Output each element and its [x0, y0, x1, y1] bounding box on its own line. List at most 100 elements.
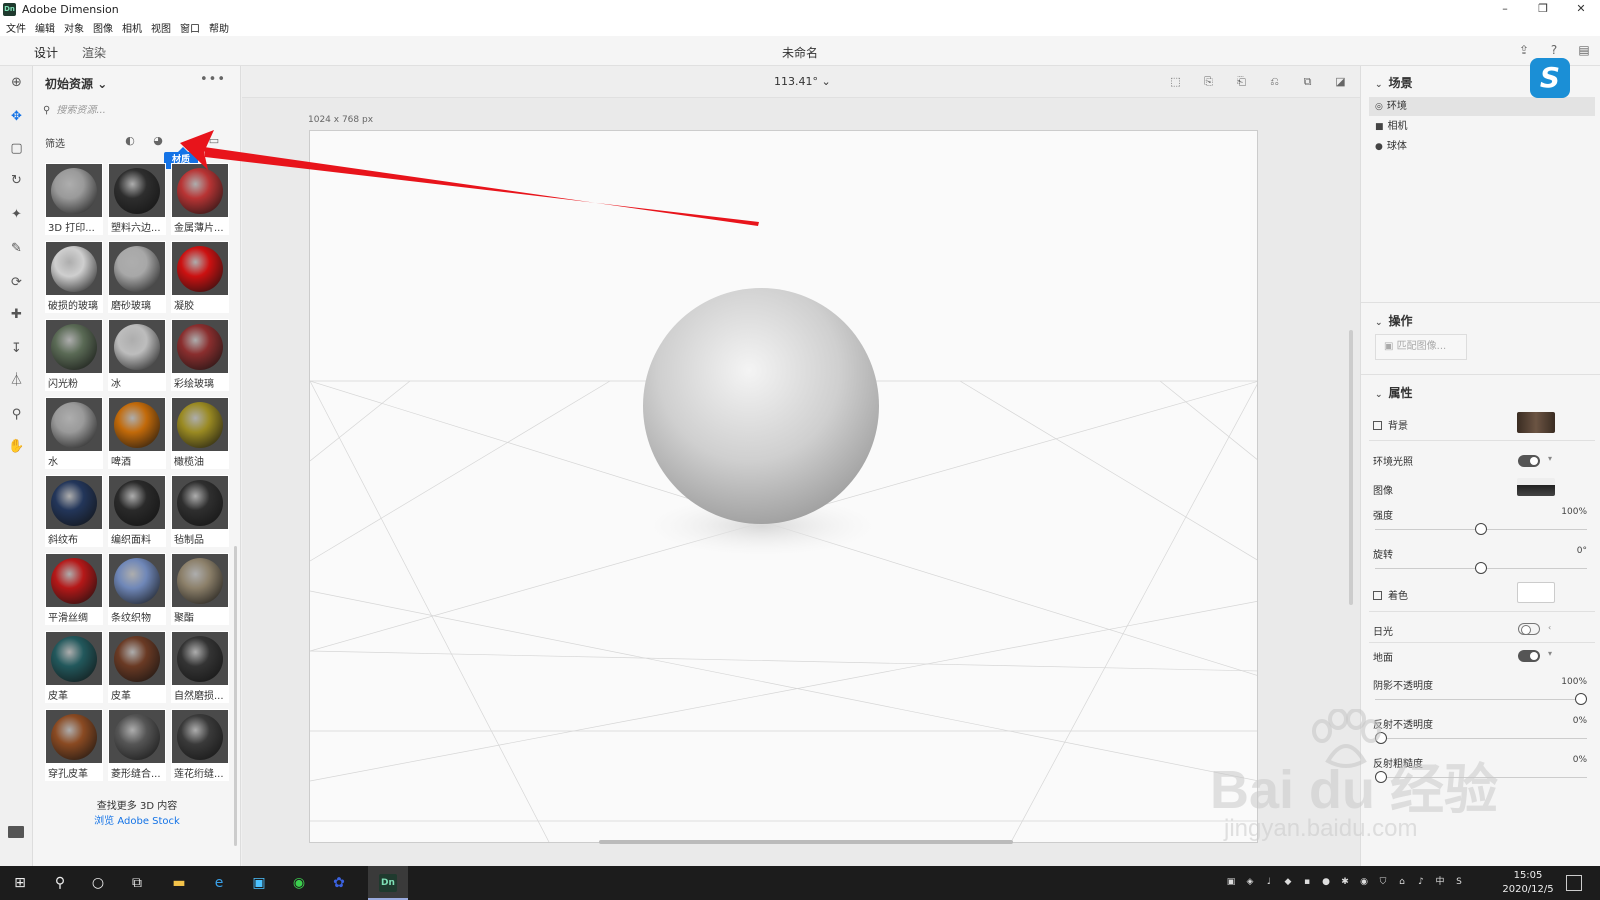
material-tile[interactable]: 水 [45, 397, 103, 469]
match-image-button[interactable]: ▣ 匹配图像... [1375, 334, 1467, 360]
background-checkbox[interactable] [1373, 421, 1382, 430]
reflection-roughness-slider[interactable] [1375, 771, 1587, 783]
help-icon[interactable]: ? [1546, 42, 1562, 58]
file-explorer-icon[interactable]: ▬ [170, 874, 188, 892]
tray-icon[interactable]: ▣ [1225, 876, 1237, 888]
adobe-stock-link[interactable]: 浏览 Adobe Stock [33, 812, 241, 827]
share-icon[interactable]: ⇪ [1516, 42, 1532, 58]
more-options-icon[interactable]: ••• [200, 72, 226, 87]
scene-header[interactable]: ⌄ 场景 [1375, 74, 1413, 91]
properties-header[interactable]: ⌄ 属性 [1375, 384, 1413, 401]
material-tile[interactable]: 啤酒 [108, 397, 166, 469]
layers-toggle-icon[interactable] [8, 826, 24, 838]
clock[interactable]: 15:05 2020/12/5 [1498, 869, 1558, 897]
env-light-toggle[interactable] [1518, 455, 1540, 467]
ime-icon[interactable]: 中 [1434, 876, 1446, 888]
undo-view-icon[interactable]: ⎌ [1267, 74, 1282, 89]
material-tile[interactable]: 条纹织物 [108, 553, 166, 625]
windows-start-icon[interactable]: ⊞ [11, 874, 29, 892]
tray-icon[interactable]: ● [1320, 876, 1332, 888]
menu-view[interactable]: 视图 [151, 20, 171, 35]
assets-title[interactable]: 初始资源 ⌄ [45, 75, 107, 92]
material-tile[interactable]: 聚酯 [171, 553, 229, 625]
tab-render[interactable]: 渲染 [82, 44, 106, 61]
menu-image[interactable]: 图像 [93, 20, 113, 35]
horizon-tool-icon[interactable]: ⏃ [6, 370, 27, 391]
eyedropper-icon[interactable]: ✎ [6, 238, 27, 259]
search-input[interactable] [56, 104, 207, 116]
zoom-tool-icon[interactable]: ⚲ [6, 404, 27, 425]
wechat-icon[interactable]: ◉ [290, 874, 308, 892]
app-icon[interactable]: ▣ [250, 874, 268, 892]
slider-knob[interactable] [1375, 771, 1387, 783]
rotation-slider[interactable] [1375, 562, 1587, 574]
material-tile[interactable]: 闪光粉 [45, 319, 103, 391]
slider-knob[interactable] [1575, 693, 1587, 705]
image-filter-icon[interactable]: ▭ [207, 134, 221, 148]
orbit-tool-icon[interactable]: ⟳ [6, 272, 27, 293]
render-preview-icon[interactable]: ◪ [1333, 74, 1348, 89]
material-tile[interactable]: 莲花绗缝... [171, 709, 229, 781]
volume-icon[interactable]: ♪ [1415, 876, 1427, 888]
tray-icon[interactable]: ◈ [1244, 876, 1256, 888]
tint-swatch[interactable] [1517, 582, 1555, 603]
shadow-opacity-slider[interactable] [1375, 693, 1587, 705]
chevron-left-icon[interactable]: ‹ [1548, 623, 1551, 632]
chevron-down-icon[interactable]: ▾ [1548, 454, 1552, 463]
scene-item-environment[interactable]: ◎ 环境 [1369, 97, 1595, 116]
feedback-icon[interactable]: ▤ [1576, 42, 1592, 58]
material-tile[interactable]: 自然磨损... [171, 631, 229, 703]
ground-toggle[interactable] [1518, 650, 1540, 662]
model-filter-icon[interactable]: ◐ [123, 134, 137, 148]
restore-button[interactable]: ❐ [1524, 0, 1562, 18]
camera-bookmark-icon[interactable]: ⎗ [1234, 74, 1249, 89]
magic-wand-icon[interactable]: ✦ [6, 204, 27, 225]
tint-checkbox[interactable] [1373, 591, 1382, 600]
network-icon[interactable]: ⌂ [1396, 876, 1408, 888]
minimize-button[interactable]: – [1486, 0, 1524, 18]
material-tile[interactable]: 平滑丝绸 [45, 553, 103, 625]
material-tile[interactable]: 塑料六边... [108, 163, 166, 235]
search-icon[interactable]: ⚲ [51, 874, 69, 892]
menu-help[interactable]: 帮助 [209, 20, 229, 35]
material-tile[interactable]: 斜纹布 [45, 475, 103, 547]
slider-knob[interactable] [1475, 523, 1487, 535]
rotate-tool-icon[interactable]: ↻ [6, 170, 27, 191]
material-tile[interactable]: 冰 [108, 319, 166, 391]
sunlight-toggle[interactable] [1518, 623, 1540, 635]
baidu-icon[interactable]: ✿ [330, 874, 348, 892]
slider-knob[interactable] [1475, 562, 1487, 574]
intensity-slider[interactable] [1375, 523, 1587, 535]
material-tile[interactable]: 金属薄片... [171, 163, 229, 235]
drop-to-ground-icon[interactable]: ⎘ [1201, 74, 1216, 89]
scene-item-sphere[interactable]: ● 球体 [1375, 137, 1595, 156]
pan-tool-icon[interactable]: ✚ [6, 304, 27, 325]
material-tile[interactable]: 编织面料 [108, 475, 166, 547]
sogou-icon[interactable]: S [1453, 876, 1465, 888]
menu-file[interactable]: 文件 [6, 20, 26, 35]
close-button[interactable]: ✕ [1562, 0, 1600, 18]
notification-icon[interactable] [1566, 875, 1582, 891]
move-tool-icon[interactable]: ▢ [6, 138, 27, 159]
mic-icon[interactable]: ♩ [1263, 876, 1275, 888]
slider-knob[interactable] [1375, 732, 1387, 744]
material-filter-icon[interactable]: ◕ [151, 134, 165, 148]
material-tile[interactable]: 皮革 [108, 631, 166, 703]
dimension-app-icon[interactable]: Dn [379, 874, 397, 892]
reflection-opacity-slider[interactable] [1375, 732, 1587, 744]
wechat-tray-icon[interactable]: ◉ [1358, 876, 1370, 888]
shield-icon[interactable]: ⛉ [1377, 876, 1389, 888]
snap-icon[interactable]: ⧉ [1300, 74, 1315, 89]
edge-browser-icon[interactable]: e [210, 874, 228, 892]
material-tile[interactable]: 穿孔皮革 [45, 709, 103, 781]
tray-icon[interactable]: ✱ [1339, 876, 1351, 888]
canvas-v-scrollbar[interactable] [1349, 330, 1353, 605]
material-tile[interactable]: 皮革 [45, 631, 103, 703]
menu-edit[interactable]: 编辑 [35, 20, 55, 35]
menu-object[interactable]: 对象 [64, 20, 84, 35]
material-tile[interactable]: 磨砂玻璃 [108, 241, 166, 313]
frame-icon[interactable]: ⬚ [1168, 74, 1183, 89]
select-tool-icon[interactable]: ✥ [6, 106, 27, 127]
tab-design[interactable]: 设计 [31, 44, 61, 69]
material-tile[interactable]: 彩绘玻璃 [171, 319, 229, 391]
